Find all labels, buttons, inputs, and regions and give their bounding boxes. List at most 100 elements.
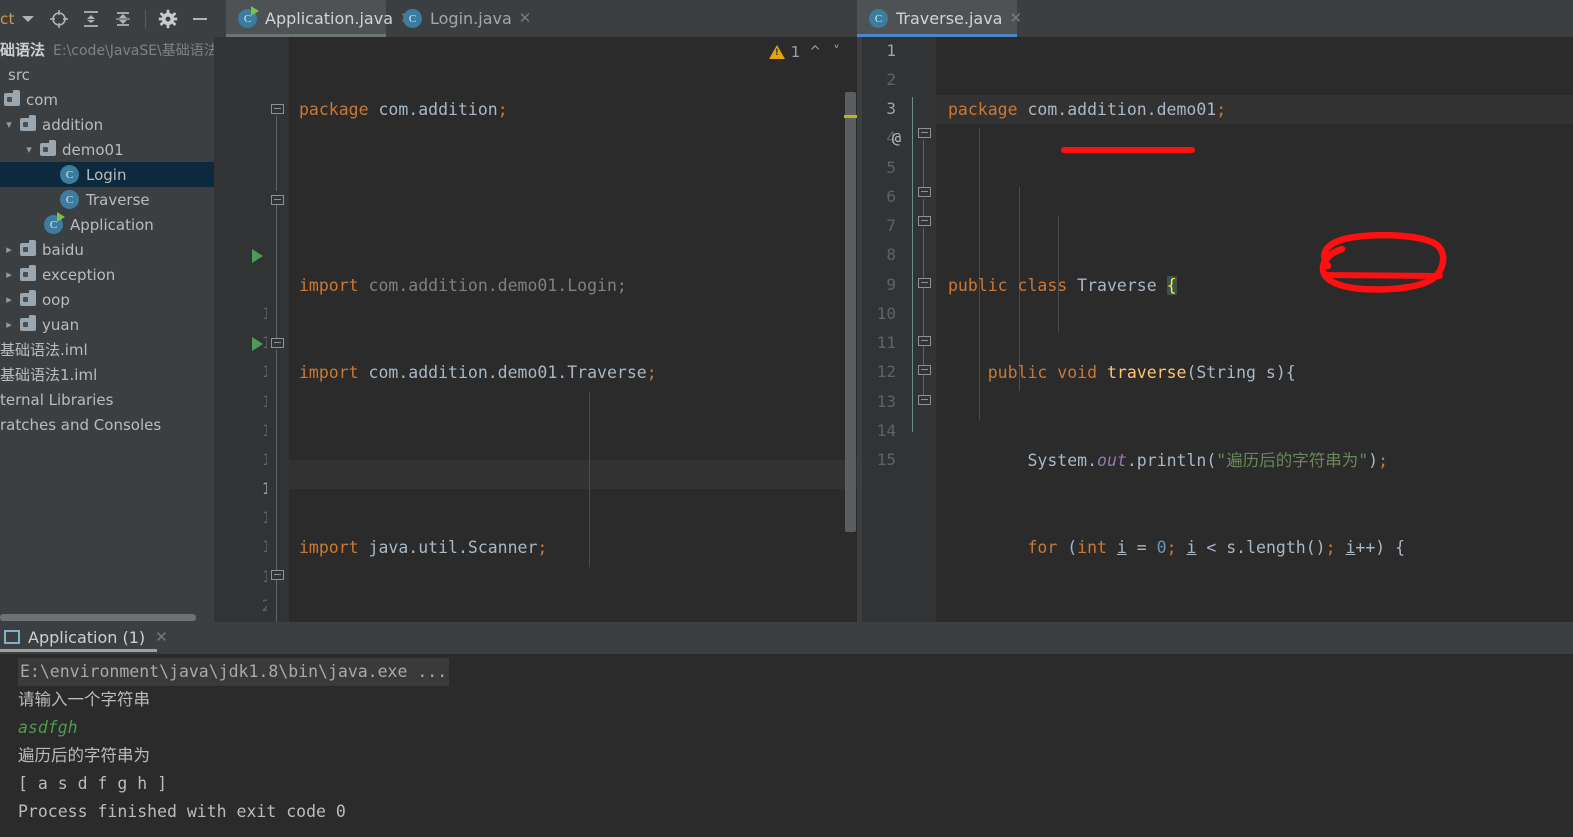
chevron-down-icon[interactable]: ▾ xyxy=(22,143,36,156)
collapse-all-icon[interactable] xyxy=(110,6,136,32)
locate-icon[interactable] xyxy=(46,6,72,32)
tree-row-scratches-and-consoles[interactable]: ratches and Consoles xyxy=(0,412,214,437)
hide-panel-icon[interactable] xyxy=(187,6,213,32)
line-number: 5 xyxy=(886,158,896,177)
inspection-widget[interactable]: 1 ^ ˅ xyxy=(768,43,843,61)
editor-traverse-java[interactable]: 1 2 3 4 5 6 7 8 9 10 11 12 13 14 15 @ pa… xyxy=(862,37,1573,622)
project-panel-label[interactable]: ct xyxy=(0,10,17,28)
tree-item-label: exception xyxy=(42,265,116,284)
tree-row-addition[interactable]: ▾ addition xyxy=(0,112,214,137)
editor-application-java[interactable]: 1 2 3 4 5 6 7 8 9 10 11 12 13 14 15 16 1… xyxy=(214,37,857,622)
fold-collapse-icon[interactable] xyxy=(271,567,284,580)
fold-column-right[interactable] xyxy=(912,37,936,622)
fold-collapse-icon[interactable] xyxy=(918,392,931,405)
code-line: import com.addition.demo01.Traverse; xyxy=(299,363,657,383)
close-icon[interactable]: ✕ xyxy=(1009,11,1022,26)
tree-item-label: src xyxy=(8,65,30,84)
fold-region-line xyxy=(276,109,277,191)
tree-row-baidu[interactable]: ▸ baidu xyxy=(0,237,214,262)
code-content-right[interactable]: package com.addition.demo01; public clas… xyxy=(948,37,1494,622)
chevron-up-icon[interactable]: ^ xyxy=(806,44,824,60)
fold-collapse-icon[interactable] xyxy=(918,128,931,141)
override-marker-icon[interactable]: @ xyxy=(892,129,901,147)
console-line: [ a s d f g h ] xyxy=(18,774,168,793)
fold-collapse-icon[interactable] xyxy=(271,104,284,117)
close-icon[interactable]: ✕ xyxy=(155,629,168,645)
line-number-current: 3 xyxy=(886,99,896,118)
tab-label: Traverse.java xyxy=(896,9,1003,28)
chevron-down-icon[interactable]: ˅ xyxy=(830,44,843,60)
tree-row-iml-1[interactable]: 基础语法.iml xyxy=(0,337,214,362)
project-tree[interactable]: 础语法 E:\code\JavaSE\基础语法 src com ▾ additi… xyxy=(0,37,214,437)
editor-vertical-scrollbar-right[interactable] xyxy=(1560,37,1573,622)
chevron-down-icon[interactable]: ▾ xyxy=(2,118,16,131)
fold-collapse-icon[interactable] xyxy=(918,362,931,375)
tree-row-application[interactable]: Application xyxy=(0,212,214,237)
project-toolbar: ct xyxy=(0,0,226,37)
tree-row-src[interactable]: src xyxy=(0,62,214,87)
tree-item-label: baidu xyxy=(42,240,84,259)
close-icon[interactable]: ✕ xyxy=(519,11,532,26)
expand-all-icon[interactable] xyxy=(78,6,104,32)
line-number: 11 xyxy=(876,333,896,352)
tree-item-label: ratches and Consoles xyxy=(0,415,162,434)
toolbar-divider xyxy=(144,9,146,28)
line-number: 2 xyxy=(886,70,896,89)
project-horizontal-scrollbar[interactable] xyxy=(0,612,214,622)
fold-collapse-icon[interactable] xyxy=(918,333,931,346)
tree-row-project-root[interactable]: 础语法 E:\code\JavaSE\基础语法 xyxy=(0,37,214,62)
fold-region-line xyxy=(276,197,277,622)
chevron-right-icon[interactable]: ▸ xyxy=(2,293,16,306)
tree-row-iml-2[interactable]: 基础语法1.iml xyxy=(0,362,214,387)
chevron-right-icon[interactable]: ▸ xyxy=(2,268,16,281)
project-root-path: E:\code\JavaSE\基础语法 xyxy=(53,42,214,59)
code-line: System.out.println("遍历后的字符串为"); xyxy=(1027,450,1389,470)
tree-row-traverse[interactable]: Traverse xyxy=(0,187,214,212)
fold-collapse-icon[interactable] xyxy=(918,216,931,229)
run-tool-window[interactable]: Application (1) ✕ E:\environment\java\jd… xyxy=(0,622,1573,837)
tab-application-java[interactable]: Application.java ✕ xyxy=(226,0,413,37)
console-output[interactable]: E:\environment\java\jdk1.8\bin\java.exe … xyxy=(0,654,1573,837)
console-line: 请输入一个字符串 xyxy=(18,690,150,709)
run-gutter-icon[interactable] xyxy=(252,337,263,351)
fold-column-left[interactable] xyxy=(267,37,289,622)
tab-label: Application.java xyxy=(265,9,394,28)
scrollbar-thumb[interactable] xyxy=(845,92,856,532)
tab-traverse-java[interactable]: Traverse.java ✕ xyxy=(857,0,1022,37)
line-number: 6 xyxy=(886,187,896,206)
tree-row-exception[interactable]: ▸ exception xyxy=(0,262,214,287)
code-line: public class Traverse { xyxy=(948,275,1177,295)
tab-login-java[interactable]: Login.java ✕ xyxy=(391,0,531,37)
folder-icon xyxy=(40,140,56,156)
java-class-icon xyxy=(60,190,79,209)
class-fold-line xyxy=(912,97,913,432)
project-tool-window[interactable]: 础语法 E:\code\JavaSE\基础语法 src com ▾ additi… xyxy=(0,37,214,622)
chevron-down-icon[interactable] xyxy=(21,15,34,22)
run-window-icon xyxy=(4,630,20,644)
settings-gear-icon[interactable] xyxy=(155,6,181,32)
scrollbar-thumb[interactable] xyxy=(0,614,196,621)
line-number: 12 xyxy=(876,362,896,381)
warning-triangle-icon xyxy=(768,45,785,59)
run-configuration-tab[interactable]: Application (1) ✕ xyxy=(0,622,168,652)
tree-row-oop[interactable]: ▸ oop xyxy=(0,287,214,312)
console-line: E:\environment\java\jdk1.8\bin\java.exe … xyxy=(18,658,1573,686)
tree-row-com[interactable]: com xyxy=(0,87,214,112)
fold-collapse-icon[interactable] xyxy=(918,275,931,288)
tree-row-demo01[interactable]: ▾ demo01 xyxy=(0,137,214,162)
chevron-right-icon[interactable]: ▸ xyxy=(2,243,16,256)
warning-stripe-marker[interactable] xyxy=(844,115,857,118)
run-gutter-icon[interactable] xyxy=(252,249,263,263)
code-content-left[interactable]: package com.addition; import com.additio… xyxy=(299,37,786,622)
tree-row-login[interactable]: Login xyxy=(0,162,214,187)
fold-collapse-icon[interactable] xyxy=(918,187,931,200)
tree-item-label: Application xyxy=(70,215,154,234)
fold-collapse-icon[interactable] xyxy=(271,192,284,205)
intellij-window: ct C Application.java C Login.java ✕ C T… xyxy=(0,0,1573,837)
tree-row-yuan[interactable]: ▸ yuan xyxy=(0,312,214,337)
editor-vertical-scrollbar-left[interactable] xyxy=(844,37,857,622)
fold-collapse-icon[interactable] xyxy=(271,338,284,351)
chevron-right-icon[interactable]: ▸ xyxy=(2,318,16,331)
tree-row-external-libraries[interactable]: ternal Libraries xyxy=(0,387,214,412)
